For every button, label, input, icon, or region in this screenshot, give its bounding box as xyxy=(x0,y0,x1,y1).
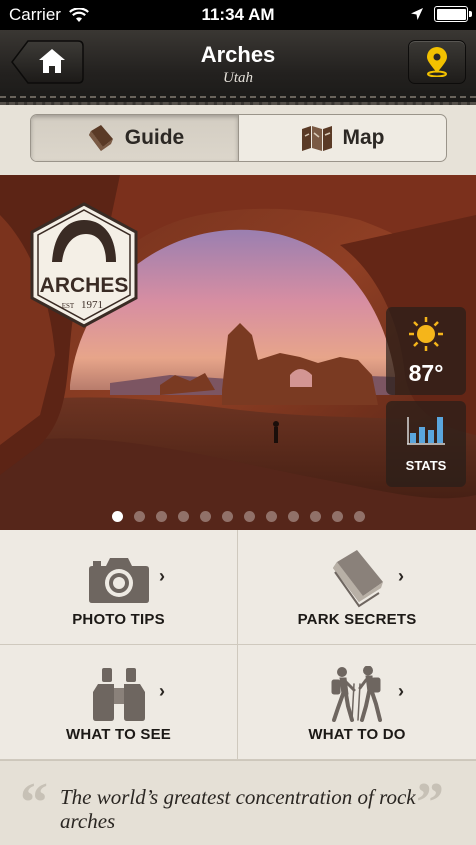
what-to-do-label: WHAT TO DO xyxy=(308,726,406,743)
what-to-see-label: WHAT TO SEE xyxy=(66,726,171,743)
clock: 11:34 AM xyxy=(201,5,275,24)
nav-title: Arches xyxy=(200,42,276,67)
guide-map-segmented-control: Guide Map xyxy=(30,114,447,162)
page-indicator[interactable] xyxy=(0,511,476,522)
location-pin-icon xyxy=(427,47,447,77)
page-dot[interactable] xyxy=(287,511,299,522)
photo-tips-tile[interactable]: › PHOTO TIPS xyxy=(0,530,238,645)
page-dot[interactable] xyxy=(353,511,365,522)
status-right xyxy=(410,6,472,22)
open-quote-icon: “ xyxy=(20,772,48,834)
bar-chart-icon xyxy=(407,417,445,445)
location-button[interactable] xyxy=(408,40,466,84)
quote-text: The world’s greatest concentration of ro… xyxy=(60,785,416,833)
book-icon xyxy=(88,125,113,151)
segment-map[interactable]: Map xyxy=(239,115,446,161)
stats-label: STATS xyxy=(405,458,447,473)
badge-est: EST xyxy=(62,302,75,310)
chevron-right-icon: › xyxy=(398,681,404,701)
chevron-right-icon: › xyxy=(159,681,165,701)
quote-banner: “ The world’s greatest concentration of … xyxy=(0,760,476,845)
open-book-icon xyxy=(333,550,383,608)
segment-map-label: Map xyxy=(342,126,385,149)
binoculars-icon xyxy=(92,668,145,721)
page-dot[interactable] xyxy=(133,511,145,522)
page-dot[interactable] xyxy=(177,511,189,522)
location-arrow-icon xyxy=(411,8,423,20)
status-bar: Carrier 11:34 AM xyxy=(0,0,476,30)
badge-year: 1971 xyxy=(81,299,103,311)
what-to-do-tile[interactable]: › WHAT TO DO xyxy=(238,645,476,760)
what-to-see-tile[interactable]: › WHAT TO SEE xyxy=(0,645,238,760)
chevron-right-icon: › xyxy=(398,566,404,586)
park-secrets-tile[interactable]: › PARK SECRETS xyxy=(238,530,476,645)
page-dot[interactable] xyxy=(243,511,255,522)
guide-menu-grid: › PHOTO TIPS › PARK SECRETS › WHAT TO SE… xyxy=(0,530,476,760)
page-dot[interactable] xyxy=(111,511,123,522)
badge-name: ARCHES xyxy=(40,274,129,297)
map-icon xyxy=(301,126,332,151)
page-dot[interactable] xyxy=(309,511,321,522)
page-dot[interactable] xyxy=(221,511,233,522)
close-quote-icon: ” xyxy=(416,772,444,834)
segment-area: Guide Map xyxy=(0,105,476,175)
page-dot[interactable] xyxy=(331,511,343,522)
arches-park-badge: ARCHES EST 1971 xyxy=(30,202,138,328)
weather-temperature: 87° xyxy=(408,360,444,386)
hero-carousel[interactable]: ARCHES EST 1971 87° STATS xyxy=(0,175,476,530)
camera-icon xyxy=(88,558,149,603)
page-dot[interactable] xyxy=(155,511,167,522)
nav-subtitle: Utah xyxy=(223,70,253,86)
weather-button[interactable]: 87° xyxy=(386,307,466,395)
hikers-icon xyxy=(331,666,382,722)
segment-guide-label: Guide xyxy=(124,126,185,149)
stats-button[interactable]: STATS xyxy=(386,401,466,487)
navigation-bar: Arches Utah xyxy=(0,30,476,105)
page-dot[interactable] xyxy=(199,511,211,522)
battery-icon xyxy=(434,6,472,22)
page-dot[interactable] xyxy=(265,511,277,522)
home-back-button[interactable] xyxy=(10,40,84,84)
park-secrets-label: PARK SECRETS xyxy=(297,611,417,628)
sun-icon xyxy=(409,317,443,351)
photo-tips-label: PHOTO TIPS xyxy=(72,611,165,628)
chevron-right-icon: › xyxy=(159,566,165,586)
segment-guide[interactable]: Guide xyxy=(31,115,239,161)
